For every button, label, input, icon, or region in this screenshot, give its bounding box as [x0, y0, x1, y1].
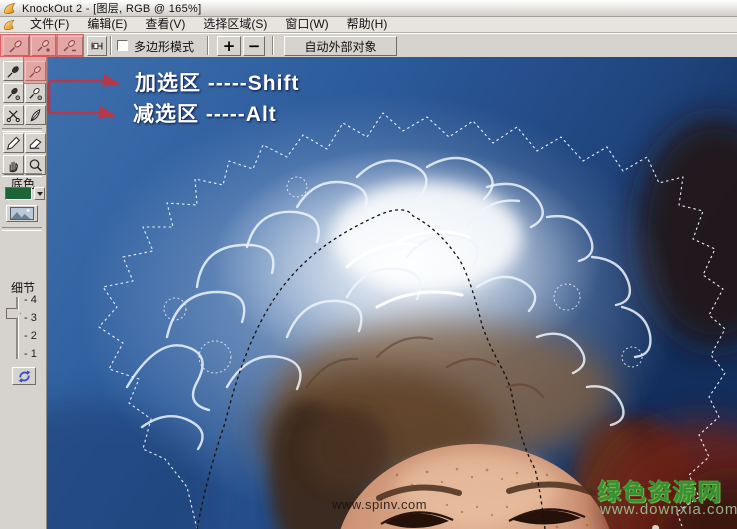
feather-icon — [27, 107, 44, 124]
brush-tool-button[interactable] — [3, 133, 24, 153]
scissors-icon — [5, 107, 22, 124]
syringe-add-tool-icon — [35, 37, 53, 55]
syringe-tool-icon — [7, 37, 25, 55]
slider-tick-2: - 2 — [24, 330, 44, 342]
toolbar-separator — [272, 36, 274, 55]
watermark-site-url: www.downxia.com — [600, 501, 737, 518]
inside-object-icon — [5, 63, 22, 80]
syringe-subtract-tool-button[interactable] — [57, 36, 83, 56]
base-color-swatch[interactable] — [5, 187, 32, 200]
feather-tool-button[interactable] — [25, 105, 46, 125]
document-icon — [3, 19, 15, 31]
refresh-icon — [16, 369, 33, 384]
menu-bar: 文件(F) 编辑(E) 查看(V) 选择区域(S) 窗口(W) 帮助(H) — [0, 17, 737, 33]
outside-shadow-icon — [27, 85, 44, 102]
toolbar: 多边形模式 + − 自动外部对象 — [0, 33, 737, 59]
zoom-in-button[interactable]: + — [217, 36, 241, 56]
menu-window[interactable]: 窗口(W) — [276, 17, 337, 32]
panel-separator — [2, 128, 42, 132]
polygon-mode-label[interactable]: 多边形模式 — [134, 38, 194, 55]
inside-shadow-icon — [5, 85, 22, 102]
panel-separator — [2, 227, 42, 231]
menu-edit[interactable]: 编辑(E) — [78, 17, 136, 32]
detail-slider-track[interactable] — [16, 297, 19, 359]
outside-object-tool-button[interactable] — [25, 61, 46, 81]
pushpin-tool-button[interactable] — [87, 36, 107, 56]
window-title: KnockOut 2 - [图层, RGB @ 165%] — [22, 0, 201, 16]
syringe-subtract-tool-icon — [61, 37, 79, 55]
hand-icon — [5, 157, 22, 174]
hand-tool-button[interactable] — [3, 155, 24, 175]
inside-shadow-tool-button[interactable] — [3, 83, 24, 103]
syringe-tool-button[interactable] — [3, 36, 29, 56]
plus-icon: + — [223, 39, 236, 54]
auto-outer-object-button[interactable]: 自动外部对象 — [284, 36, 397, 56]
eraser-tool-button[interactable] — [25, 133, 46, 153]
knockout2-window: { "window": { "title": "KnockOut 2 - [图层… — [0, 0, 737, 529]
tool-panel: 底色 细节 - 4 - 3 - 2 - 1 — [0, 57, 47, 529]
toolbar-separator — [110, 36, 112, 55]
inside-object-tool-button[interactable] — [3, 61, 24, 81]
pushpin-tool-icon — [89, 38, 105, 54]
scissors-tool-button[interactable] — [3, 105, 24, 125]
menu-file[interactable]: 文件(F) — [21, 17, 78, 32]
zoom-icon — [27, 157, 44, 174]
outside-object-icon — [27, 63, 44, 80]
outside-shadow-tool-button[interactable] — [25, 83, 46, 103]
menu-view[interactable]: 查看(V) — [136, 17, 194, 32]
watermark-center: www.spinv.com — [332, 497, 427, 512]
toolbar-separator — [207, 36, 209, 55]
slider-tick-3: - 3 — [24, 312, 44, 324]
title-bar: KnockOut 2 - [图层, RGB @ 165%] — [0, 0, 737, 17]
menu-selection[interactable]: 选择区域(S) — [194, 17, 276, 32]
app-logo-icon — [3, 2, 16, 15]
brush-icon — [5, 135, 22, 152]
image-thumbnail-button[interactable] — [6, 205, 38, 222]
annotation-add-selection: 加选区 -----Shift — [135, 67, 299, 97]
refresh-button[interactable] — [12, 367, 36, 385]
image-canvas[interactable]: 加选区 -----Shift 减选区 -----Alt www.spinv.co… — [47, 57, 737, 529]
syringe-add-tool-button[interactable] — [31, 36, 57, 56]
polygon-mode-checkbox[interactable] — [117, 40, 128, 51]
menu-help[interactable]: 帮助(H) — [338, 17, 397, 32]
annotation-subtract-selection: 减选区 -----Alt — [133, 98, 277, 128]
zoom-tool-button[interactable] — [25, 155, 46, 175]
minus-icon: − — [248, 39, 261, 54]
zoom-out-button[interactable]: − — [243, 36, 265, 56]
image-thumbnail-icon — [10, 207, 34, 220]
color-dropdown-button[interactable] — [34, 187, 45, 200]
slider-tick-4: - 4 — [24, 294, 44, 306]
eraser-icon — [27, 135, 44, 152]
slider-tick-1: - 1 — [24, 348, 44, 360]
